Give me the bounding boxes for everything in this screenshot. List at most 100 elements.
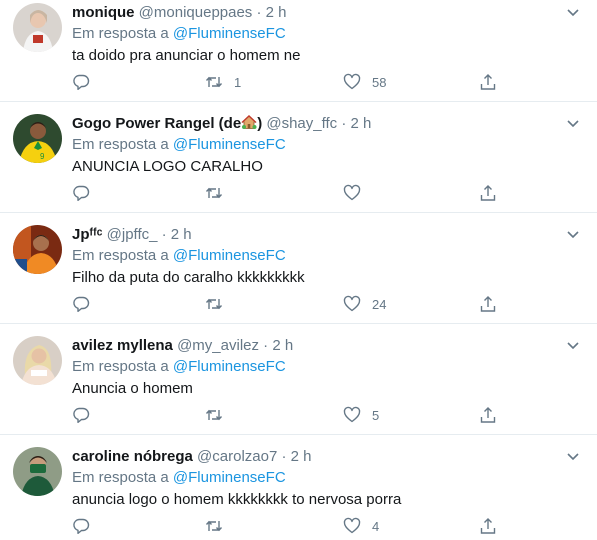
share-icon (480, 407, 496, 423)
tweet-text: Anuncia o homem (72, 380, 193, 397)
timeline: monique @moniqueppaes · 2 h Em resposta … (0, 0, 597, 540)
avatar[interactable]: 9 (13, 114, 62, 163)
like-button[interactable]: 58 (343, 72, 386, 92)
retweet-button[interactable] (205, 294, 234, 314)
like-button[interactable]: 24 (343, 294, 386, 314)
share-icon (480, 296, 496, 312)
reply-mention-link[interactable]: @FluminenseFC (173, 469, 286, 486)
tweet-time[interactable]: 2 h (171, 226, 192, 243)
tweet-text: Filho da puta do caralho kkkkkkkkk (72, 269, 305, 286)
reply-mention-link[interactable]: @FluminenseFC (173, 136, 286, 153)
tweet-time[interactable]: 2 h (291, 448, 312, 465)
share-button[interactable] (479, 516, 497, 536)
share-button[interactable] (479, 405, 497, 425)
retweet-icon (205, 76, 223, 88)
chevron-down-icon[interactable] (567, 453, 579, 461)
tweet[interactable]: 9 Gogo Power Rangel (de) @shay_ffc · 2 h… (0, 102, 597, 213)
retweet-button[interactable] (205, 516, 234, 536)
retweet-icon (205, 298, 223, 310)
like-button[interactable] (343, 183, 372, 203)
avatar[interactable] (13, 447, 62, 496)
tweet[interactable]: Jpᶠᶠᶜ @jpffc_ · 2 h Em resposta a @Flumi… (0, 213, 597, 324)
tweet-text: anuncia logo o homem kkkkkkkk to nervosa… (72, 491, 402, 508)
retweet-icon (205, 187, 223, 199)
user-handle[interactable]: @moniqueppaes (139, 4, 253, 21)
like-count: 5 (372, 407, 380, 423)
reply-context: Em resposta a @FluminenseFC (72, 135, 587, 155)
heart-icon (343, 295, 361, 312)
tweet-actions: 4 (72, 516, 502, 536)
tweet[interactable]: caroline nóbrega @carolzao7 · 2 h Em res… (0, 435, 597, 540)
display-name-suffix: ) (257, 115, 263, 132)
avatar[interactable] (13, 225, 62, 274)
retweet-button[interactable] (205, 405, 234, 425)
reply-context: Em resposta a @FluminenseFC (72, 24, 587, 44)
reply-context: Em resposta a @FluminenseFC (72, 468, 587, 488)
like-button[interactable]: 4 (343, 516, 379, 536)
like-count: 24 (372, 296, 387, 312)
reply-button[interactable] (72, 516, 90, 536)
separator-dot: · (263, 337, 269, 354)
separator-dot: · (341, 115, 347, 132)
chevron-down-icon[interactable] (567, 231, 579, 239)
avatar[interactable] (13, 336, 62, 385)
reply-prefix: Em resposta a (72, 358, 169, 375)
like-count: 4 (372, 518, 380, 534)
reply-button[interactable] (72, 183, 90, 203)
tweet-header: Gogo Power Rangel (de) @shay_ffc · 2 h (72, 114, 587, 134)
reply-prefix: Em resposta a (72, 469, 169, 486)
tweet-text: ta doido pra anunciar o homem ne (72, 47, 301, 64)
tweet-header: avilez myllena @my_avilez · 2 h (72, 336, 587, 356)
tweet[interactable]: monique @moniqueppaes · 2 h Em resposta … (0, 0, 597, 102)
share-button[interactable] (479, 72, 497, 92)
heart-icon (343, 517, 361, 534)
retweet-icon (205, 409, 223, 421)
reply-mention-link[interactable]: @FluminenseFC (173, 25, 286, 42)
reply-context: Em resposta a @FluminenseFC (72, 246, 587, 266)
heart-icon (343, 406, 361, 423)
display-name[interactable]: monique (72, 4, 135, 21)
tweet-time[interactable]: 2 h (266, 4, 287, 21)
tweet-time[interactable]: 2 h (351, 115, 372, 132)
reply-icon (73, 185, 90, 201)
svg-text:9: 9 (40, 152, 45, 161)
avatar[interactable] (13, 3, 62, 52)
user-handle[interactable]: @carolzao7 (197, 448, 277, 465)
retweet-icon (205, 520, 223, 532)
display-name[interactable]: avilez myllena (72, 337, 173, 354)
tweet[interactable]: avilez myllena @my_avilez · 2 h Em respo… (0, 324, 597, 435)
tweet-actions: 24 (72, 294, 502, 314)
retweet-button[interactable] (205, 183, 234, 203)
share-button[interactable] (479, 183, 497, 203)
reply-button[interactable] (72, 405, 90, 425)
tweet-header: caroline nóbrega @carolzao7 · 2 h (72, 447, 587, 467)
user-handle[interactable]: @jpffc_ (107, 226, 158, 243)
chevron-down-icon[interactable] (567, 342, 579, 350)
display-name[interactable]: caroline nóbrega (72, 448, 193, 465)
reply-mention-link[interactable]: @FluminenseFC (173, 358, 286, 375)
retweet-button[interactable]: 1 (205, 72, 241, 92)
tweet-header: Jpᶠᶠᶜ @jpffc_ · 2 h (72, 225, 587, 245)
tweet-header: monique @moniqueppaes · 2 h (72, 3, 587, 23)
reply-icon (73, 407, 90, 423)
user-handle[interactable]: @shay_ffc (266, 115, 337, 132)
user-handle[interactable]: @my_avilez (177, 337, 259, 354)
share-icon (480, 518, 496, 534)
reply-button[interactable] (72, 294, 90, 314)
tweet-time[interactable]: 2 h (272, 337, 293, 354)
reply-mention-link[interactable]: @FluminenseFC (173, 247, 286, 264)
reply-button[interactable] (72, 72, 90, 92)
retweet-count: 1 (234, 74, 242, 90)
like-button[interactable]: 5 (343, 405, 379, 425)
reply-prefix: Em resposta a (72, 25, 169, 42)
display-name[interactable]: Jpᶠᶠᶜ (72, 226, 102, 243)
separator-dot: · (281, 448, 287, 465)
display-name[interactable]: Gogo Power Rangel (de (72, 115, 241, 132)
heart-icon (343, 184, 361, 201)
chevron-down-icon[interactable] (567, 120, 579, 128)
like-count: 58 (372, 74, 387, 90)
chevron-down-icon[interactable] (567, 9, 579, 17)
heart-icon (343, 73, 361, 90)
tweet-text: ANUNCIA LOGO CARALHO (72, 158, 263, 175)
share-button[interactable] (479, 294, 497, 314)
